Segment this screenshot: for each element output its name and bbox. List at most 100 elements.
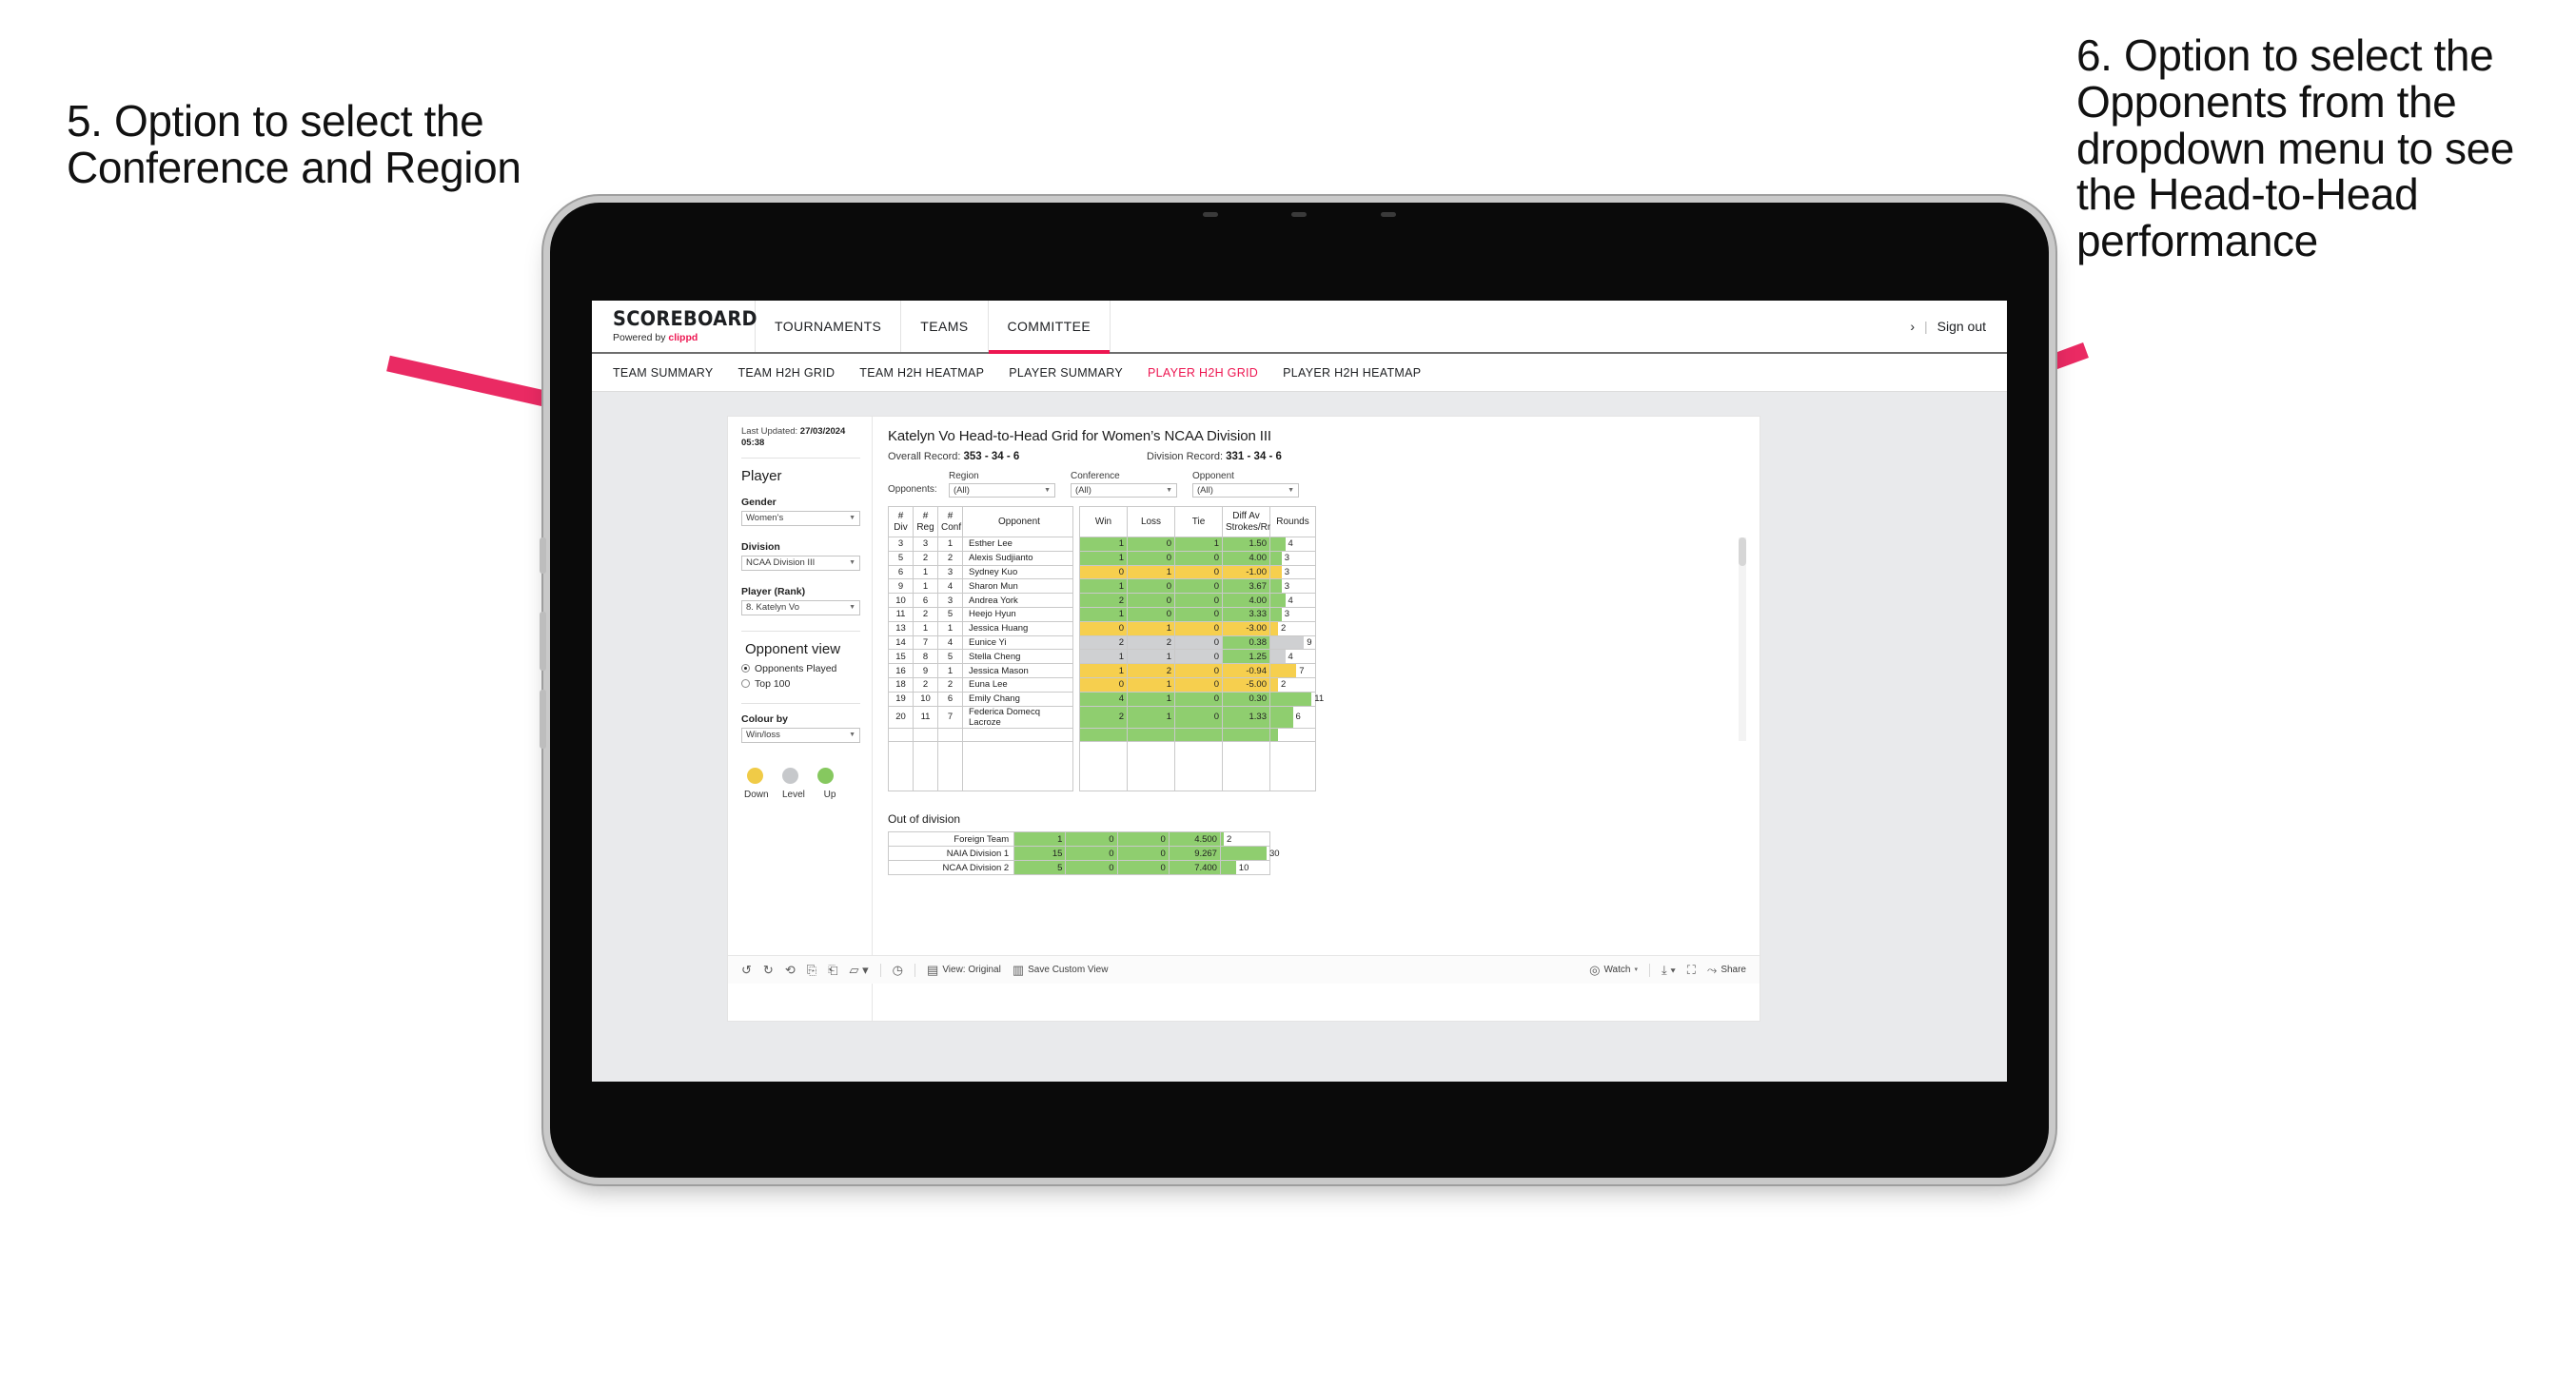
- cell-opponent: Esther Lee: [962, 537, 1073, 552]
- filter-division: Division NCAA Division III ▼: [741, 541, 860, 571]
- table-row[interactable]: 14 7 4 Eunice Yi 2 2 0 0.38 9: [888, 634, 1316, 651]
- fullscreen-icon[interactable]: ⛶: [1687, 964, 1696, 976]
- legend-label-down: Down: [744, 789, 769, 800]
- clear-filters-icon[interactable]: ◷: [893, 964, 903, 976]
- cell-win: 2: [1079, 593, 1128, 608]
- table-row[interactable]: 5 2 2 Alexis Sudjianto 1 0 0 4.00 3: [888, 550, 1316, 566]
- table-row[interactable]: 19 10 6 Emily Chang 4 1 0 0.30 11: [888, 691, 1325, 707]
- highlight-icon[interactable]: ▱ ▾: [850, 964, 869, 976]
- screenshot-root: 5. Option to select the Conference and R…: [0, 0, 2576, 1386]
- nav-item-committee[interactable]: COMMITTEE: [988, 301, 1111, 354]
- filler-cell: [888, 741, 914, 792]
- radio-top-100[interactable]: Top 100: [741, 678, 860, 690]
- player-section-title: Player: [741, 467, 782, 484]
- filter-gender-value: Women’s: [746, 513, 784, 524]
- annotation-right-text: 6. Option to select the Opponents from t…: [2076, 30, 2514, 265]
- out-of-division-row[interactable]: Foreign Team 1 0 0 4.500 2: [887, 831, 1271, 848]
- cell-div: 5: [888, 550, 914, 566]
- table-scrollbar[interactable]: [1739, 537, 1746, 741]
- cell-tie: 0: [1174, 564, 1223, 580]
- brand-logo[interactable]: SCOREBOARD Powered by clippd: [592, 301, 757, 352]
- undo-icon[interactable]: ↺: [741, 964, 752, 976]
- filter-region-select[interactable]: (All) ▼: [949, 483, 1055, 498]
- rounds-value: 3: [1284, 609, 1290, 620]
- division-record: Division Record: 331 - 34 - 6: [1147, 451, 1406, 462]
- filter-player-rank-select[interactable]: 8. Katelyn Vo ▼: [741, 599, 860, 615]
- subnav-player-summary[interactable]: PLAYER SUMMARY: [1009, 366, 1123, 380]
- subnav-team-summary[interactable]: TEAM SUMMARY: [613, 366, 713, 380]
- tablet-volume-down-button[interactable]: [540, 690, 546, 749]
- last-updated-label: Last Updated:: [741, 426, 800, 437]
- cell-gap: [1072, 537, 1080, 552]
- cell-div: 11: [888, 606, 914, 622]
- view-icon: ▤: [927, 963, 939, 977]
- sign-out-link[interactable]: Sign out: [1937, 319, 1986, 334]
- divider: [741, 457, 860, 459]
- subnav-player-h2h-heatmap[interactable]: PLAYER H2H HEATMAP: [1283, 366, 1421, 380]
- grid-main-panel: Katelyn Vo Head-to-Head Grid for Women’s…: [873, 417, 1760, 1021]
- cell-conf: 4: [937, 634, 963, 651]
- cell-rounds: 2: [1269, 676, 1316, 693]
- tablet-volume-up-button[interactable]: [540, 612, 546, 671]
- save-custom-view-button[interactable]: ▥ Save Custom View: [1013, 964, 1109, 976]
- cell-group-name: NCAA Division 2: [887, 860, 1015, 876]
- table-row[interactable]: 11 2 5 Heejo Hyun 1 0 0 3.33 3: [888, 606, 1316, 622]
- filter-conference-select[interactable]: (All) ▼: [1071, 483, 1177, 498]
- table-row[interactable]: 20 11 7 Federica Domecq Lacroze 2 1 0 1.33 6: [888, 705, 1316, 729]
- subnav-team-h2h-grid[interactable]: TEAM H2H GRID: [737, 366, 835, 380]
- cell-conf: 2: [937, 550, 963, 566]
- subnav-player-h2h-grid[interactable]: PLAYER H2H GRID: [1148, 366, 1258, 380]
- table-row[interactable]: 10 6 3 Andrea York 2 0 0 4.00 4: [888, 593, 1316, 608]
- table-row[interactable]: 15 8 5 Stella Cheng 1 1 0 1.25 4: [888, 649, 1316, 665]
- redo-icon[interactable]: ↻: [763, 964, 774, 976]
- cell-gap: [1072, 706, 1080, 729]
- cell-rounds: 3: [1269, 578, 1316, 595]
- filter-colour-by-select[interactable]: Win/loss ▼: [741, 727, 860, 743]
- share-button[interactable]: ⤳ Share: [1707, 964, 1746, 976]
- cell-win: [1079, 727, 1128, 743]
- brand-sub-name: clippd: [668, 332, 698, 343]
- rounds-value: 11: [1314, 693, 1325, 705]
- th-diff: Diff Av Strokes/Rnd: [1222, 506, 1278, 537]
- nav-item-tournaments[interactable]: TOURNAMENTS: [756, 301, 902, 352]
- table-scrollbar-thumb[interactable]: [1739, 537, 1746, 566]
- filter-opponent-select[interactable]: (All) ▼: [1192, 483, 1299, 498]
- cell-reg: [913, 727, 938, 743]
- overall-record: Overall Record: 353 - 34 - 6: [888, 451, 1147, 462]
- out-of-division-row[interactable]: NCAA Division 2 5 0 0 7.400 10: [887, 860, 1271, 876]
- pause-icon[interactable]: ⎗: [828, 964, 837, 976]
- filter-gender-select[interactable]: Women’s ▼: [741, 510, 860, 526]
- table-row[interactable]: 16 9 1 Jessica Mason 1 2 0 -0.94 7: [888, 663, 1316, 678]
- subnav-team-h2h-heatmap[interactable]: TEAM H2H HEATMAP: [859, 366, 984, 380]
- filter-division-select[interactable]: NCAA Division III ▼: [741, 555, 860, 571]
- download-icon[interactable]: ⤓ ▾: [1662, 964, 1676, 976]
- table-row[interactable]: 9 1 4 Sharon Mun 1 0 0 3.67 3: [888, 578, 1316, 595]
- radio-on-icon: [741, 664, 750, 673]
- table-row[interactable]: 6 1 3 Sydney Kuo 0 1 0 -1.00 3: [888, 564, 1316, 580]
- cell-opponent: Heejo Hyun: [962, 606, 1073, 622]
- table-row[interactable]: 13 1 1 Jessica Huang 0 1 0 -3.00 2: [888, 620, 1316, 636]
- table-row[interactable]: 3 3 1 Esther Lee 1 0 1 1.50 4: [888, 537, 1316, 552]
- chevron-down-icon: ▼: [1288, 487, 1294, 494]
- view-original-button[interactable]: ▤ View: Original: [927, 964, 1001, 976]
- cell-loss: 1: [1127, 620, 1175, 636]
- cell-win: 0: [1079, 620, 1128, 636]
- rounds-value: 30: [1268, 848, 1280, 859]
- watch-button[interactable]: ◎ Watch ▾: [1589, 964, 1638, 976]
- cell-conf: 3: [937, 593, 963, 608]
- cell-loss: 1: [1127, 649, 1175, 665]
- table-row[interactable]: 18 2 2 Euna Lee 0 1 0 -5.00 2: [888, 676, 1316, 693]
- radio-opponents-played[interactable]: Opponents Played: [741, 663, 860, 674]
- chevron-right-icon[interactable]: ›: [1910, 319, 1915, 334]
- nav-item-teams[interactable]: TEAMS: [901, 301, 989, 352]
- radio-opponents-played-label: Opponents Played: [755, 662, 837, 674]
- filler-cell: [1127, 741, 1175, 792]
- tablet-power-button[interactable]: [540, 537, 546, 574]
- revert-icon[interactable]: ⟲: [785, 964, 796, 976]
- rounds-bar: [1270, 537, 1286, 551]
- out-of-division-row[interactable]: NAIA Division 1 15 0 0 9.267 30: [887, 846, 1280, 862]
- filter-opponent: Opponent (All) ▼: [1192, 471, 1299, 498]
- refresh-icon[interactable]: ⎘: [807, 964, 816, 976]
- out-of-division-table: Foreign Team 1 0 0 4.500 2 NAIA Division 1 15 0 0…: [887, 831, 1280, 876]
- th-reg: # Reg: [913, 506, 938, 537]
